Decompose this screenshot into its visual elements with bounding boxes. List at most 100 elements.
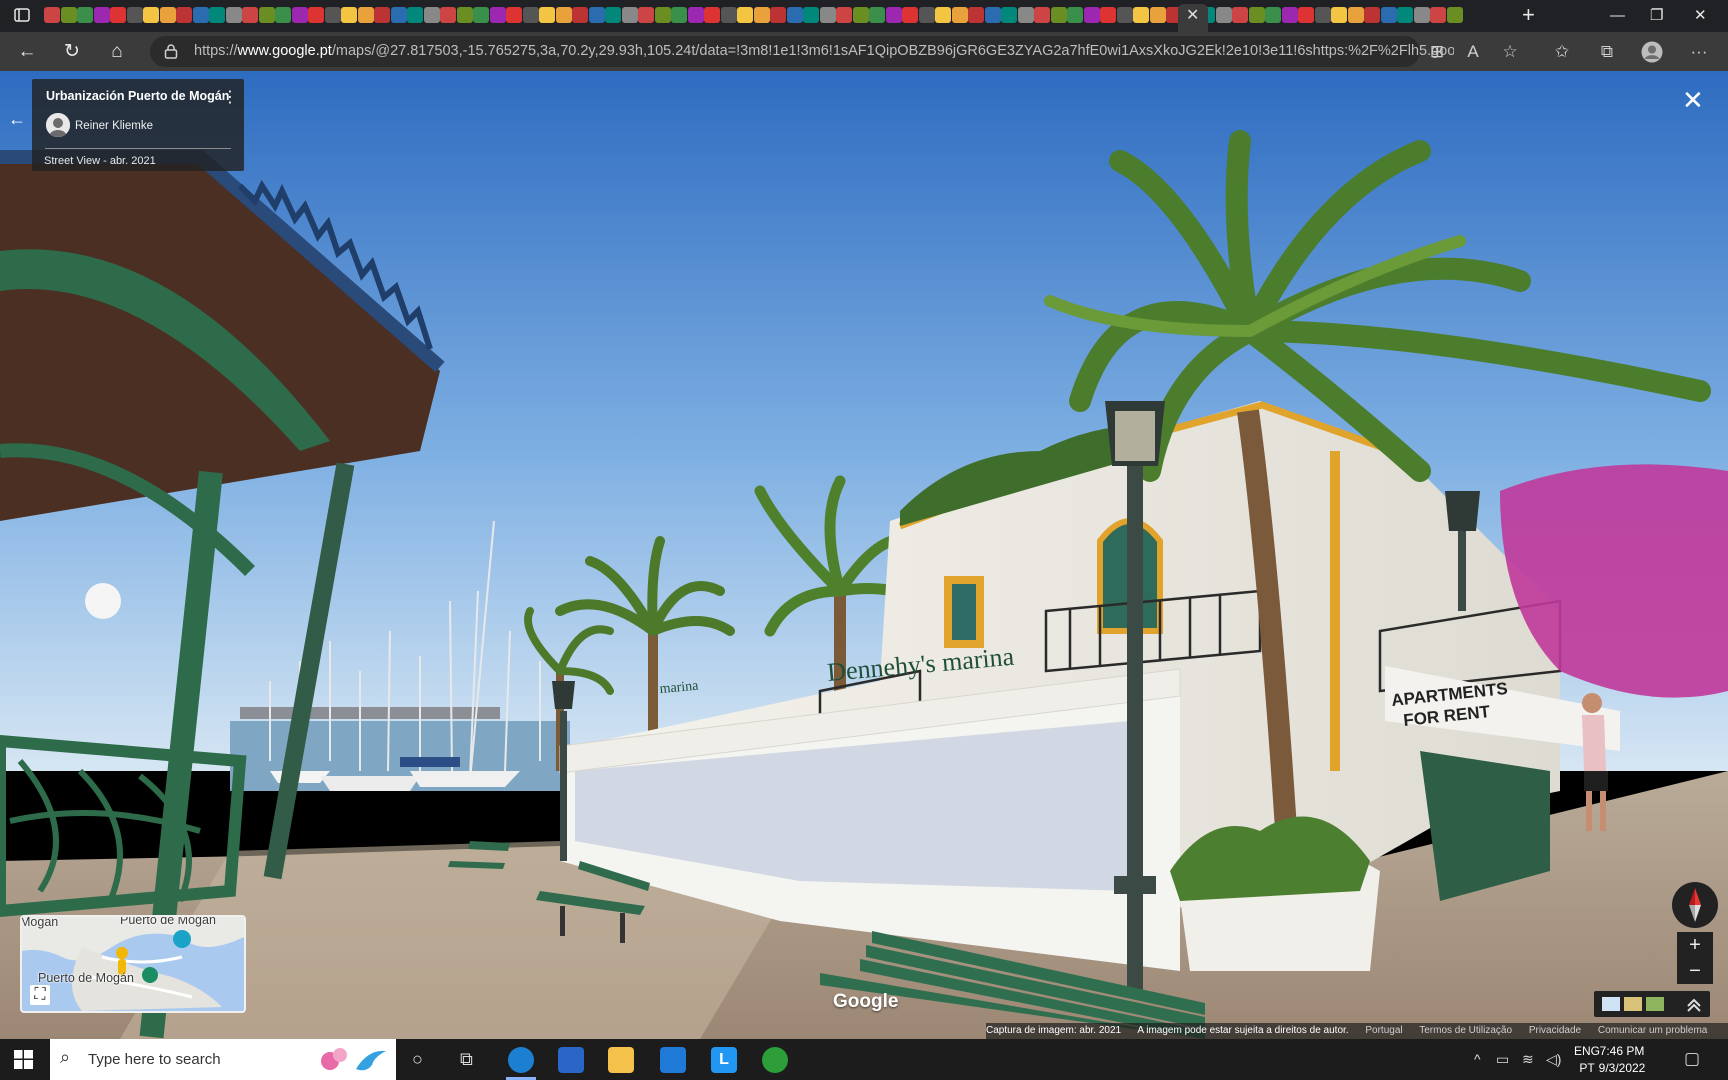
windows-start-icon[interactable] bbox=[14, 1050, 33, 1069]
compass-icon[interactable] bbox=[1672, 882, 1718, 928]
tab-favicon[interactable] bbox=[357, 7, 374, 23]
close-window-icon[interactable]: ✕ bbox=[1694, 6, 1707, 26]
tab-favicon[interactable] bbox=[1413, 7, 1430, 23]
home-icon[interactable]: ⌂ bbox=[106, 41, 128, 63]
tab-favicon[interactable] bbox=[902, 7, 918, 23]
add-favorite-icon[interactable]: ☆ bbox=[1499, 41, 1521, 63]
tab-favicon[interactable] bbox=[704, 7, 720, 23]
tab-favicon[interactable] bbox=[1215, 7, 1232, 23]
footer-privacy-link[interactable]: Privacidade bbox=[1529, 1025, 1581, 1036]
tab-favicon[interactable] bbox=[1116, 7, 1133, 23]
tab-favicon[interactable] bbox=[720, 7, 737, 23]
tab-favicon[interactable] bbox=[803, 7, 819, 23]
close-tab-icon[interactable]: ✕ bbox=[1186, 6, 1199, 26]
footer-terms-link[interactable]: Termos de Utilização bbox=[1419, 1025, 1512, 1036]
mini-map[interactable]: Mogan Puerto de Mogán Puerto de Mogán ⛶ bbox=[20, 915, 246, 1013]
tab-favicon[interactable] bbox=[1149, 7, 1166, 23]
collections-icon[interactable]: ⧉ bbox=[1596, 41, 1618, 63]
tab-favicon[interactable] bbox=[1446, 7, 1463, 23]
l-app-icon[interactable]: L bbox=[711, 1047, 737, 1073]
favorites-icon[interactable]: ✩ bbox=[1551, 41, 1573, 63]
layer-thumbnail[interactable] bbox=[1646, 997, 1664, 1011]
tab-favicon[interactable] bbox=[407, 7, 423, 23]
taskbar-search-box[interactable]: ⌕ Type here to search bbox=[50, 1039, 396, 1080]
expand-up-icon[interactable] bbox=[1687, 998, 1701, 1012]
tab-favicon[interactable] bbox=[308, 7, 324, 23]
tab-favicon[interactable] bbox=[918, 7, 935, 23]
tab-favicon[interactable] bbox=[324, 7, 341, 23]
tab-favicon[interactable] bbox=[621, 7, 638, 23]
tab-favicon[interactable] bbox=[77, 7, 93, 23]
tab-favicon[interactable] bbox=[1232, 7, 1248, 23]
system-clock[interactable]: 7:46 PM 9/3/2022 bbox=[1592, 1043, 1652, 1077]
tab-favicon[interactable] bbox=[1314, 7, 1331, 23]
tab-favicon[interactable] bbox=[1298, 7, 1314, 23]
tab-favicon[interactable] bbox=[258, 7, 275, 23]
reload-icon[interactable]: ↻ bbox=[61, 41, 83, 63]
maximize-icon[interactable]: ❐ bbox=[1650, 6, 1663, 26]
tab-favicon[interactable] bbox=[159, 7, 176, 23]
tab-favicon[interactable] bbox=[1050, 7, 1067, 23]
tab-favicon[interactable] bbox=[671, 7, 687, 23]
tab-favicon[interactable] bbox=[1034, 7, 1050, 23]
panorama-image[interactable]: Dennehy's marina marina APARTMENTS FOR R… bbox=[0, 71, 1728, 1039]
volume-icon[interactable]: ◁) bbox=[1546, 1051, 1561, 1068]
tab-favicon[interactable] bbox=[291, 7, 308, 23]
tab-favicon[interactable] bbox=[984, 7, 1001, 23]
tab-favicon[interactable] bbox=[225, 7, 242, 23]
app-available-icon[interactable]: ⊞ bbox=[1426, 41, 1448, 63]
tab-favicon[interactable] bbox=[885, 7, 902, 23]
tab-favicon[interactable] bbox=[341, 7, 357, 23]
wifi-icon[interactable]: ≋ bbox=[1522, 1051, 1534, 1068]
tab-favicon[interactable] bbox=[110, 7, 126, 23]
tab-favicon[interactable] bbox=[522, 7, 539, 23]
tab-favicon[interactable] bbox=[1001, 7, 1017, 23]
tab-favicon[interactable] bbox=[869, 7, 885, 23]
place-title[interactable]: Urbanización Puerto de Mogán bbox=[46, 89, 229, 103]
layers-strip[interactable] bbox=[1594, 991, 1710, 1017]
tab-favicon[interactable] bbox=[1100, 7, 1116, 23]
back-arrow-icon[interactable]: ← bbox=[8, 109, 26, 130]
author-avatar[interactable] bbox=[46, 113, 70, 137]
street-view-panorama[interactable]: Dennehy's marina marina APARTMENTS FOR R… bbox=[0, 71, 1728, 1039]
tab-favicon[interactable] bbox=[440, 7, 456, 23]
tab-favicon[interactable] bbox=[786, 7, 803, 23]
notifications-icon[interactable]: ▢ bbox=[1684, 1049, 1700, 1069]
zoom-in-button[interactable]: + bbox=[1677, 932, 1713, 958]
new-tab-button[interactable]: + bbox=[1522, 3, 1535, 27]
tab-actions-icon[interactable] bbox=[14, 7, 30, 23]
edge-icon[interactable] bbox=[508, 1047, 534, 1073]
tab-favicon[interactable] bbox=[1380, 7, 1397, 23]
tab-favicon[interactable] bbox=[456, 7, 473, 23]
tab-favicon[interactable] bbox=[1397, 7, 1413, 23]
tab-favicon[interactable] bbox=[143, 7, 159, 23]
tab-favicon[interactable] bbox=[770, 7, 786, 23]
show-hidden-icons-icon[interactable]: ^ bbox=[1474, 1051, 1481, 1067]
tab-favicon[interactable] bbox=[836, 7, 852, 23]
layer-thumbnail[interactable] bbox=[1602, 997, 1620, 1011]
address-bar[interactable]: https://www.google.pt/maps/@27.817503,-1… bbox=[150, 36, 1454, 67]
settings-more-icon[interactable]: ··· bbox=[1688, 41, 1710, 63]
xbox-icon[interactable] bbox=[762, 1047, 788, 1073]
tab-favicon[interactable] bbox=[555, 7, 572, 23]
tab-favicon[interactable] bbox=[588, 7, 605, 23]
tab-favicon[interactable] bbox=[1083, 7, 1100, 23]
tab-favicon[interactable] bbox=[753, 7, 770, 23]
footer-country[interactable]: Portugal bbox=[1365, 1025, 1402, 1036]
back-icon[interactable]: ← bbox=[16, 41, 38, 63]
zoom-out-button[interactable]: − bbox=[1677, 958, 1713, 984]
tab-favicon[interactable] bbox=[1067, 7, 1083, 23]
profile-avatar-icon[interactable] bbox=[1641, 41, 1663, 63]
tab-favicon[interactable] bbox=[1281, 7, 1298, 23]
tab-favicon[interactable] bbox=[605, 7, 621, 23]
tab-favicon[interactable] bbox=[192, 7, 209, 23]
tab-favicon[interactable] bbox=[1248, 7, 1265, 23]
tab-favicon[interactable] bbox=[390, 7, 407, 23]
tab-favicon[interactable] bbox=[423, 7, 440, 23]
read-aloud-icon[interactable]: A bbox=[1462, 41, 1484, 63]
tab-favicon[interactable] bbox=[374, 7, 390, 23]
tab-favicon[interactable] bbox=[1265, 7, 1281, 23]
cortana-icon[interactable]: ○ bbox=[412, 1049, 423, 1070]
tab-favicon[interactable] bbox=[951, 7, 968, 23]
tab-favicon[interactable] bbox=[1133, 7, 1149, 23]
